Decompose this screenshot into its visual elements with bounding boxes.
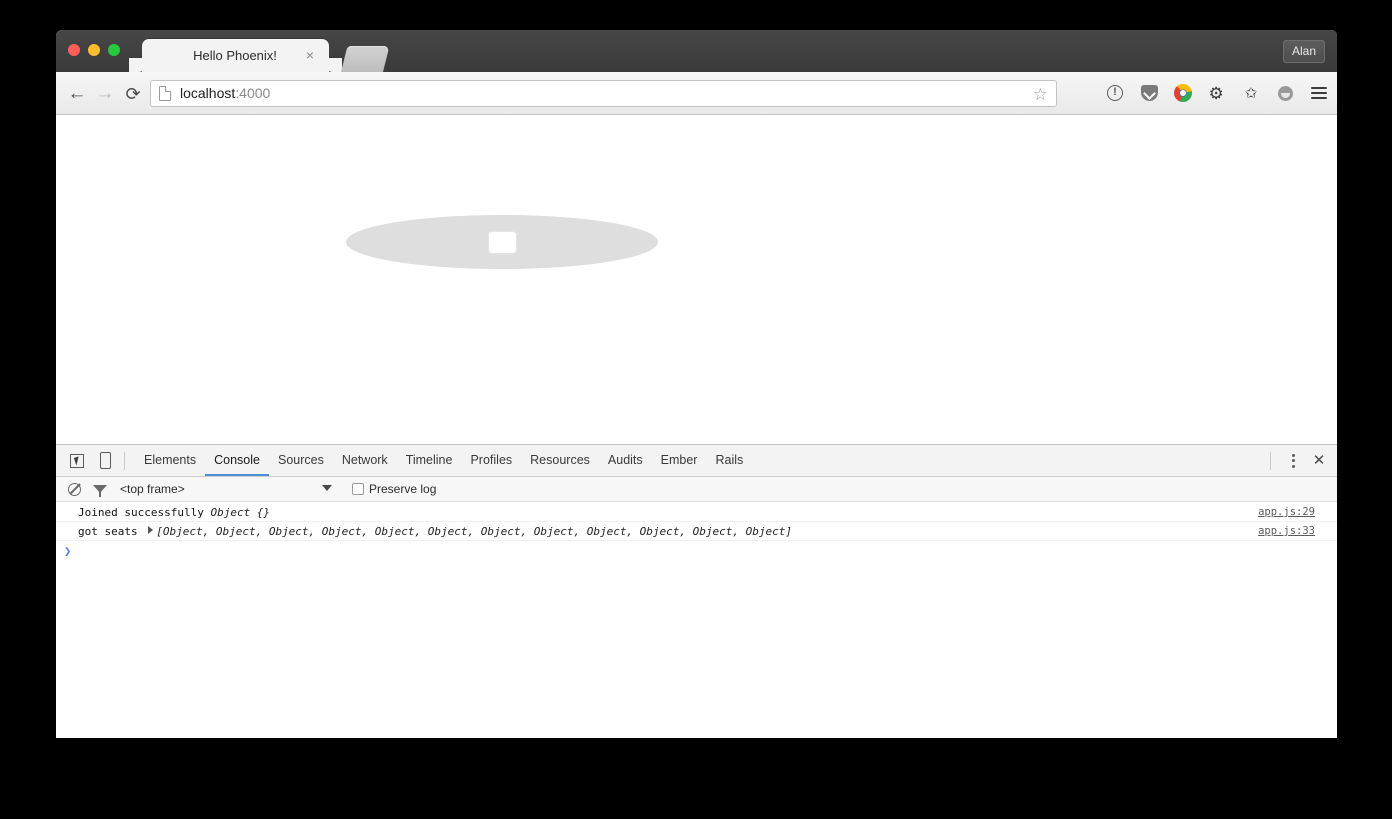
hamburger-menu-icon[interactable] [1309,83,1329,103]
stage-ellipse-shape [346,215,658,269]
window-traffic-lights [68,44,120,56]
window-close-button[interactable] [68,44,80,56]
tab-console[interactable]: Console [205,445,269,476]
url-port: :4000 [235,85,271,101]
toolbar-divider [124,451,125,470]
tab-profiles[interactable]: Profiles [461,445,521,476]
console-row[interactable]: got seats [Object, Object, Object, Objec… [56,522,1337,541]
console-object-preview: [Object, Object, Object, Object, Object,… [156,525,792,538]
preserve-log-label: Preserve log [369,482,437,496]
console-prompt-caret-icon: ❯ [64,544,72,558]
page-viewport [56,115,1337,444]
devtools-panel: Elements Console Sources Network Timelin… [56,444,1337,738]
drop-icon[interactable] [1275,83,1295,103]
devtools-right-controls: ✕ [1270,445,1331,476]
window-minimize-button[interactable] [88,44,100,56]
url-host: localhost [180,85,236,101]
console-prompt-row[interactable]: ❯ [56,541,1337,563]
preserve-log-toggle[interactable]: Preserve log [352,482,436,496]
forward-button[interactable]: → [93,82,117,106]
tab-ember[interactable]: Ember [652,445,707,476]
pocket-icon[interactable] [1139,83,1159,103]
preserve-log-checkbox[interactable] [352,483,364,495]
browser-window: Hello Phoenix! × Alan ← → ⟳ localhost:40… [56,30,1337,738]
window-maximize-button[interactable] [108,44,120,56]
console-row[interactable]: Joined successfully Object {} app.js:29 [56,503,1337,522]
page-document-icon [159,86,171,101]
extension-icons: ! ⚙ ✩ [1105,80,1329,106]
reload-button[interactable]: ⟳ [121,82,145,106]
browser-tabstrip: Hello Phoenix! × Alan [56,30,1337,72]
right-controls-divider [1270,451,1271,470]
stage-center-square[interactable] [488,231,517,254]
device-toolbar-icon[interactable] [92,449,118,473]
filter-icon[interactable] [90,479,110,499]
profile-button[interactable]: Alan [1282,40,1325,63]
info-icon[interactable]: ! [1105,83,1125,103]
tab-network[interactable]: Network [333,445,397,476]
chevron-down-icon [322,485,332,491]
tab-resources[interactable]: Resources [521,445,599,476]
tab-timeline[interactable]: Timeline [397,445,462,476]
flag-icon[interactable]: ✩ [1241,83,1261,103]
back-button[interactable]: ← [65,82,89,106]
gear-icon[interactable]: ⚙ [1207,83,1227,103]
console-object-preview: Object {} [210,506,271,519]
console-message-text: got seats [78,525,145,538]
browser-nav-toolbar: ← → ⟳ localhost:4000 ☆ ! ⚙ ✩ [56,72,1337,115]
tab-sources[interactable]: Sources [269,445,333,476]
tab-audits[interactable]: Audits [599,445,652,476]
devtools-tabbar: Elements Console Sources Network Timelin… [56,445,1337,477]
devtools-close-icon[interactable]: ✕ [1307,450,1331,472]
devtools-more-options-icon[interactable] [1283,450,1303,472]
tab-rails[interactable]: Rails [706,445,752,476]
address-bar[interactable]: localhost:4000 ☆ [150,80,1057,107]
new-tab-button[interactable] [341,46,390,72]
console-source-link[interactable]: app.js:29 [1258,506,1315,519]
disclosure-triangle-icon[interactable] [148,526,154,534]
console-source-link[interactable]: app.js:33 [1258,525,1315,538]
console-message-list[interactable]: Joined successfully Object {} app.js:29 … [56,503,1337,738]
browser-tab-title: Hello Phoenix! [193,48,277,63]
tab-close-icon[interactable]: × [303,48,317,62]
address-bar-url: localhost:4000 [180,85,270,101]
execution-context-select[interactable]: <top frame> [120,482,340,496]
execution-context-value: <top frame> [120,482,185,496]
inspect-element-icon[interactable] [64,449,90,473]
console-message-text: Joined successfully [78,506,211,519]
browser-tab-active[interactable]: Hello Phoenix! × [129,39,342,72]
bookmark-star-icon[interactable]: ☆ [1033,85,1048,104]
tab-elements[interactable]: Elements [135,445,205,476]
console-filter-bar: <top frame> Preserve log [56,477,1337,502]
chrome-logo-icon[interactable] [1173,83,1193,103]
clear-console-icon[interactable] [64,479,84,499]
